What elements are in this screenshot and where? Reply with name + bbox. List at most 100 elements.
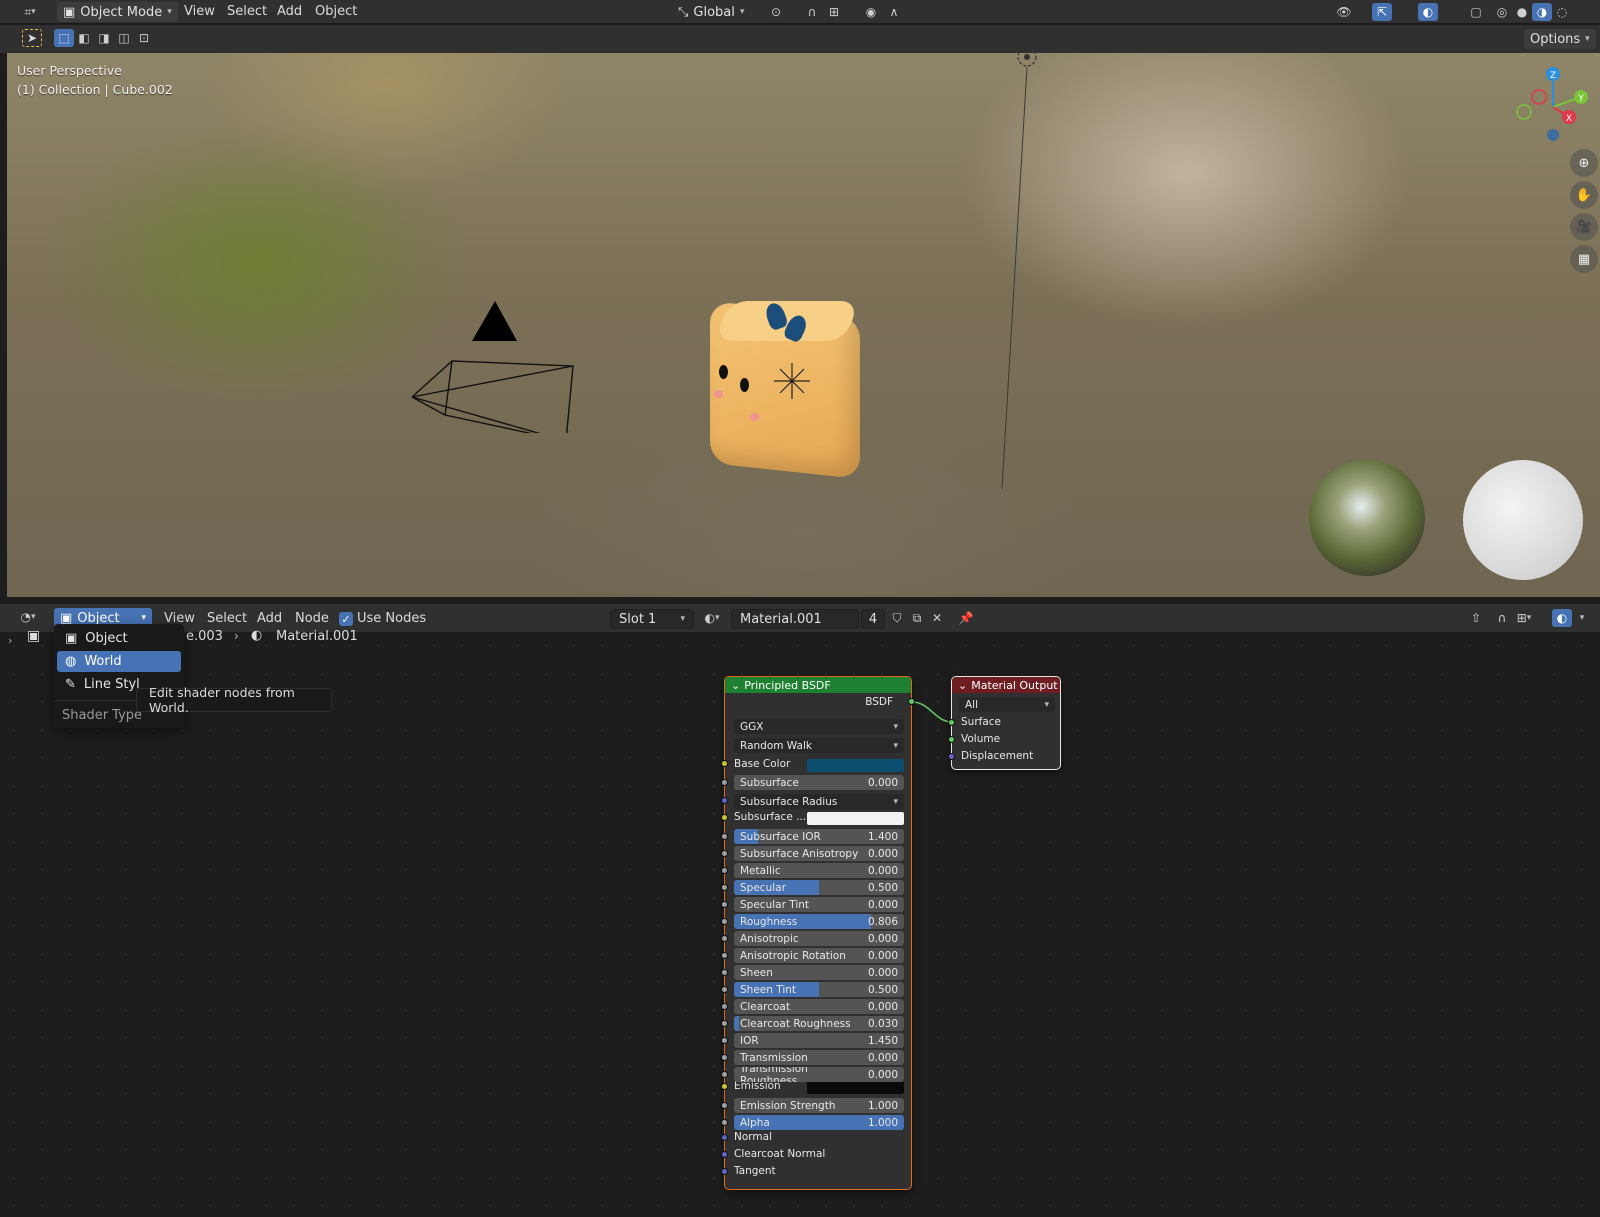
output-target-dropdown[interactable]: All ▾ — [959, 697, 1055, 712]
menu-item-object[interactable]: ▣ Object — [57, 628, 181, 649]
sidebar-toggle-chevron-icon[interactable]: › — [8, 634, 12, 647]
displacement-socket[interactable] — [948, 753, 955, 760]
sheen-socket[interactable] — [721, 969, 728, 976]
fake-user-shield-icon[interactable]: ⛉ — [887, 609, 907, 627]
select-subtract-icon[interactable]: ◨ — [94, 29, 114, 47]
pin-icon[interactable]: 📌 — [956, 609, 976, 627]
perspective-grid-icon[interactable]: ▦ — [1570, 245, 1598, 273]
camera-view-icon[interactable]: 🎥 — [1570, 213, 1598, 241]
editor-type-icon[interactable]: ⌗ ▾ — [20, 3, 40, 21]
distribution-dropdown[interactable]: GGX ▾ — [734, 719, 904, 734]
subsurface-radius-dropdown[interactable]: Subsurface Radius ▾ — [734, 794, 904, 809]
menu-item-world[interactable]: ◍ World — [57, 651, 181, 672]
zoom-icon[interactable]: ⊕ — [1570, 149, 1598, 177]
node-overlay-icon[interactable]: ◐ — [1552, 609, 1572, 627]
clearcoat-roughness-slider[interactable]: Clearcoat Roughness 0.030 — [734, 1016, 904, 1031]
parent-node-tree-icon[interactable]: ⇧ — [1466, 609, 1486, 627]
xray-icon[interactable]: ▢ — [1466, 3, 1486, 21]
material-name-field[interactable]: Material.001 — [731, 609, 859, 629]
anisotropic-rotation-socket[interactable] — [721, 952, 728, 959]
ior-slider[interactable]: IOR 1.450 — [734, 1033, 904, 1048]
select-tool-icon[interactable]: ➤ — [22, 29, 42, 47]
subsurface-socket[interactable] — [721, 779, 728, 786]
unlink-close-icon[interactable]: ✕ — [927, 609, 947, 627]
emission-color-swatch[interactable] — [807, 1081, 904, 1094]
specular-tint-socket[interactable] — [721, 901, 728, 908]
falloff-icon[interactable]: ∧ — [884, 3, 904, 21]
visibility-icon[interactable]: 👁 — [1334, 3, 1354, 21]
pivot-icon[interactable]: ⊙ — [766, 3, 786, 21]
sheen-tint-socket[interactable] — [721, 986, 728, 993]
chevron-down-icon[interactable]: ▾ — [1572, 609, 1592, 627]
base-color-swatch[interactable] — [807, 759, 904, 772]
snap-node-icon[interactable]: ∩ — [1492, 609, 1512, 627]
camera-object[interactable] — [407, 293, 587, 433]
use-nodes-checkbox[interactable]: ✓ — [339, 612, 353, 626]
metallic-socket[interactable] — [721, 867, 728, 874]
anisotropic-rotation-slider[interactable]: Anisotropic Rotation 0.000 — [734, 948, 904, 963]
duplicate-material-icon[interactable]: ⧉ — [907, 609, 927, 627]
roughness-slider[interactable]: Roughness 0.806 — [734, 914, 904, 929]
material-user-count[interactable]: 4 — [861, 609, 885, 629]
roughness-socket[interactable] — [721, 918, 728, 925]
rendered-shading-icon[interactable]: ◌ — [1552, 3, 1572, 21]
solid-shading-icon[interactable]: ● — [1512, 3, 1532, 21]
subsurface-method-dropdown[interactable]: Random Walk ▾ — [734, 738, 904, 753]
anisotropic-socket[interactable] — [721, 935, 728, 942]
anisotropic-slider[interactable]: Anisotropic 0.000 — [734, 931, 904, 946]
node-menu-add[interactable]: Add — [257, 611, 282, 626]
material-output-node[interactable]: ⌄ Material Output All ▾ Surface Volume Di… — [948, 676, 1061, 770]
transform-orientation-dropdown[interactable]: ⤡ Global ▾ — [672, 2, 750, 22]
options-dropdown[interactable]: Options ▾ — [1524, 29, 1596, 49]
clearcoat-slider[interactable]: Clearcoat 0.000 — [734, 999, 904, 1014]
volume-socket[interactable] — [948, 736, 955, 743]
snap-icon[interactable]: ∩ — [802, 3, 822, 21]
collapse-chevron-icon[interactable]: ⌄ — [958, 679, 967, 692]
alpha-socket[interactable] — [721, 1119, 728, 1126]
menu-view[interactable]: View — [184, 4, 215, 19]
subsurface-anisotropy-slider[interactable]: Subsurface Anisotropy 0.000 — [734, 846, 904, 861]
clearcoat-normal-socket[interactable] — [721, 1151, 728, 1158]
output-node-header[interactable]: ⌄ Material Output — [952, 677, 1060, 693]
collapse-chevron-icon[interactable]: ⌄ — [731, 679, 740, 692]
subsurface-ior-slider[interactable]: Subsurface IOR 1.400 — [734, 829, 904, 844]
shader-editor-type-icon[interactable]: ◔ ▾ — [18, 608, 38, 626]
specular-socket[interactable] — [721, 884, 728, 891]
proportional-edit-icon[interactable]: ◉ — [861, 3, 881, 21]
subsurface-anisotropy-socket[interactable] — [721, 850, 728, 857]
subsurface-color-swatch[interactable] — [807, 812, 904, 825]
alpha-slider[interactable]: Alpha 1.000 — [734, 1115, 904, 1130]
base-color-socket[interactable] — [721, 760, 728, 767]
slot-dropdown[interactable]: Slot 1 ▾ — [610, 609, 694, 629]
pan-hand-icon[interactable]: ✋ — [1570, 181, 1598, 209]
subsurface-ior-socket[interactable] — [721, 833, 728, 840]
transmission-roughness-slider[interactable]: Transmission Roughness 0.000 — [734, 1067, 904, 1082]
transmission-slider[interactable]: Transmission 0.000 — [734, 1050, 904, 1065]
gizmo-icon[interactable]: ⇱ — [1372, 3, 1392, 21]
subsurface-color-socket[interactable] — [721, 814, 728, 821]
snap-target-icon[interactable]: ⊞ — [824, 3, 844, 21]
bsdf-output-socket[interactable] — [908, 698, 915, 705]
surface-socket[interactable] — [948, 719, 955, 726]
emission-strength-slider[interactable]: Emission Strength 1.000 — [734, 1098, 904, 1113]
material-shading-icon[interactable]: ◑ — [1532, 3, 1552, 21]
principled-node-header[interactable]: ⌄ Principled BSDF — [725, 677, 911, 693]
mode-selector[interactable]: ▣ Object Mode ▾ — [57, 2, 178, 22]
select-difference-icon[interactable]: ◫ — [114, 29, 134, 47]
sheen-slider[interactable]: Sheen 0.000 — [734, 965, 904, 980]
menu-add[interactable]: Add — [277, 4, 302, 19]
ior-socket[interactable] — [721, 1037, 728, 1044]
overlay-icon[interactable]: ◐ — [1418, 3, 1438, 21]
snap-grid-icon[interactable]: ⊞ ▾ — [1514, 609, 1534, 627]
select-new-icon[interactable]: ⬚ — [54, 29, 74, 47]
clearcoat-roughness-socket[interactable] — [721, 1020, 728, 1027]
node-menu-select[interactable]: Select — [207, 611, 247, 626]
select-intersect-icon[interactable]: ⊡ — [134, 29, 154, 47]
menu-select[interactable]: Select — [227, 4, 267, 19]
material-browse-icon[interactable]: ◐ ▾ — [702, 609, 722, 627]
metallic-slider[interactable]: Metallic 0.000 — [734, 863, 904, 878]
transmission-socket[interactable] — [721, 1054, 728, 1061]
emission-strength-socket[interactable] — [721, 1102, 728, 1109]
sheen-tint-slider[interactable]: Sheen Tint 0.500 — [734, 982, 904, 997]
select-extend-icon[interactable]: ◧ — [74, 29, 94, 47]
